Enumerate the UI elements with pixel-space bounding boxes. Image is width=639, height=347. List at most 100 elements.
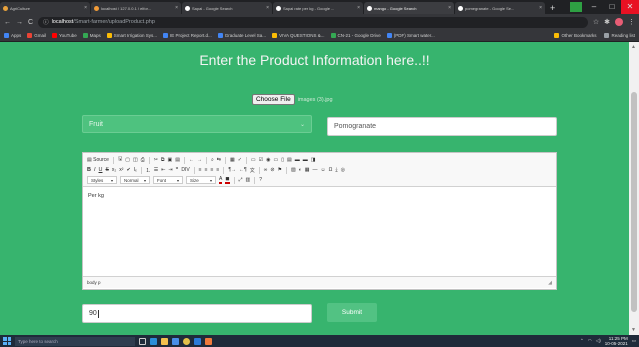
preview-icon[interactable]: ◫ (133, 157, 138, 163)
wifi-icon[interactable]: ◠ (588, 338, 592, 344)
image-button-icon[interactable]: ▬ (303, 157, 308, 163)
bookmark-item[interactable]: Apps (4, 33, 21, 38)
paste-icon[interactable]: ▣ (168, 157, 173, 163)
size-dropdown[interactable]: Size ▾ (186, 176, 216, 184)
tab-close-icon[interactable]: × (448, 5, 451, 11)
bookmark-item[interactable]: YouTube (52, 33, 77, 38)
iframe-icon[interactable]: ◎ (341, 167, 345, 173)
styles-dropdown[interactable]: Styles ▾ (87, 176, 117, 184)
bg-color-icon[interactable]: ◼ (225, 176, 230, 184)
checkbox-icon[interactable]: ☑ (259, 157, 263, 163)
remove-format-button[interactable]: Iₓ (134, 167, 137, 173)
volume-icon[interactable]: ◁) (596, 338, 601, 344)
extensions-icon[interactable]: ✱ (604, 18, 610, 26)
copy-icon[interactable]: ⧉ (161, 157, 165, 163)
textfield-icon[interactable]: ▭ (274, 157, 279, 163)
tab-close-icon[interactable]: × (175, 5, 178, 11)
bookmark-item[interactable]: Smart Irrigation Sys... (106, 33, 157, 38)
reading-list[interactable]: Reading list (604, 33, 635, 38)
reload-icon[interactable]: C (28, 19, 33, 26)
resize-handle-icon[interactable]: ◢ (548, 280, 552, 286)
select-field-icon[interactable]: ▤ (287, 157, 292, 163)
bold-button[interactable]: B (87, 167, 91, 173)
show-blocks-icon[interactable]: ▥ (246, 177, 251, 183)
maximize-button[interactable]: □ (603, 0, 621, 14)
align-left-icon[interactable]: ≡ (199, 167, 202, 173)
print-icon[interactable]: ⎙ (141, 157, 145, 163)
button-field-icon[interactable]: ▬ (295, 157, 300, 163)
scroll-up-icon[interactable]: ▲ (631, 44, 636, 50)
hidden-field-icon[interactable]: ◨ (311, 157, 316, 163)
source-button[interactable]: ▤ Source (87, 157, 109, 163)
special-char-icon[interactable]: Ω (329, 167, 333, 173)
tab-close-icon[interactable]: × (84, 5, 87, 11)
bookmark-item[interactable]: IE Project Report.d... (163, 33, 212, 38)
page-break-icon[interactable]: ⤓ (335, 167, 337, 173)
underline-button[interactable]: U (99, 167, 103, 173)
bookmark-star-icon[interactable]: ☆ (593, 18, 599, 26)
choose-file-button[interactable]: Choose File (252, 94, 295, 105)
textarea-icon[interactable]: ▯ (281, 157, 284, 163)
browser-tab[interactable]: mango - Google Search × (364, 2, 454, 14)
minimize-button[interactable]: – (585, 0, 603, 14)
extension-icon[interactable] (567, 0, 585, 14)
browser-tab[interactable]: pomegranate - Google Se... × (455, 2, 545, 14)
browser-tab[interactable]: AgriCulture × (0, 2, 90, 14)
spellcheck-icon[interactable]: ✓ (238, 157, 242, 163)
taskbar-clock[interactable]: 11:25 PM 10-05-2021 (605, 336, 628, 346)
blockquote-icon[interactable]: ❞ (176, 167, 179, 173)
paste-text-icon[interactable]: ▤ (175, 157, 180, 163)
scrollbar-thumb[interactable] (631, 92, 637, 312)
profile-avatar[interactable] (615, 18, 623, 26)
submit-button[interactable]: Submit (327, 303, 377, 322)
chrome-app-icon[interactable] (183, 337, 190, 345)
copy-format-icon[interactable]: ✔ (126, 167, 130, 173)
undo-icon[interactable]: ← (189, 157, 194, 163)
price-input[interactable]: 90 (82, 304, 312, 323)
page-scrollbar[interactable]: ▲ ▼ (629, 42, 639, 335)
find-icon[interactable]: ⌕ (211, 157, 214, 163)
align-center-icon[interactable]: ≡ (205, 167, 208, 173)
xampp-app-icon[interactable] (205, 337, 212, 345)
bookmark-item[interactable]: (PDF) Smart water... (386, 33, 435, 38)
select-all-icon[interactable]: ▦ (230, 157, 235, 163)
windows-start-icon[interactable] (3, 337, 11, 345)
bookmark-item[interactable]: Maps (82, 33, 101, 38)
rich-text-editor[interactable]: ▤ Source 🖫 ▢ ◫ ⎙ ✂ ⧉ ▣ ▤ ← → ⌕ ⇆ ▦ ✓ ▭ ☑… (82, 152, 557, 290)
notification-icon[interactable]: ▭ (632, 338, 636, 344)
element-path[interactable]: body p (87, 280, 101, 285)
link-icon[interactable]: ∞ (264, 167, 268, 173)
table-icon[interactable]: ▦ (305, 167, 310, 173)
strike-button[interactable]: S (106, 167, 109, 173)
browser-tab[interactable]: Sapai rate per kg - Google ... × (273, 2, 363, 14)
radio-icon[interactable]: ◉ (266, 157, 270, 163)
format-dropdown[interactable]: Normal ▾ (120, 176, 150, 184)
smiley-icon[interactable]: ☺ (321, 167, 326, 173)
ltr-icon[interactable]: ¶→ (228, 167, 236, 173)
subscript-button[interactable]: x₂ (112, 167, 116, 173)
task-view-icon[interactable] (139, 337, 146, 345)
language-icon[interactable]: 文 (250, 167, 255, 174)
bookmark-item[interactable]: Gmail (27, 33, 46, 38)
text-color-icon[interactable]: A (219, 176, 223, 184)
rtl-icon[interactable]: ←¶ (239, 167, 247, 173)
editor-content[interactable]: Per kg (83, 187, 556, 276)
scroll-down-icon[interactable]: ▼ (631, 327, 636, 333)
align-justify-icon[interactable]: ≡ (216, 167, 219, 173)
numbered-list-icon[interactable]: ⒈ (146, 167, 151, 174)
image-icon[interactable]: ▨ (291, 167, 296, 173)
url-field[interactable]: ⓘ localhost/Smart-farmer/uploadProduct.p… (38, 16, 588, 28)
outdent-icon[interactable]: ⇤ (161, 167, 165, 173)
flash-icon[interactable]: ◐ (299, 167, 302, 173)
div-icon[interactable]: DIV (181, 167, 189, 173)
menu-kebab-icon[interactable]: ⋮ (628, 18, 635, 26)
category-select[interactable]: Fruit ⌄ (82, 115, 312, 133)
font-dropdown[interactable]: Font ▾ (153, 176, 183, 184)
product-name-input[interactable]: Pomogranate (327, 117, 557, 136)
back-icon[interactable]: ← (4, 19, 11, 26)
forward-icon[interactable]: → (16, 19, 23, 26)
tab-close-icon[interactable]: × (266, 5, 269, 11)
taskbar-search[interactable]: Type here to search (15, 336, 135, 346)
unlink-icon[interactable]: ⊘ (270, 167, 274, 173)
file-explorer-icon[interactable] (161, 337, 168, 345)
